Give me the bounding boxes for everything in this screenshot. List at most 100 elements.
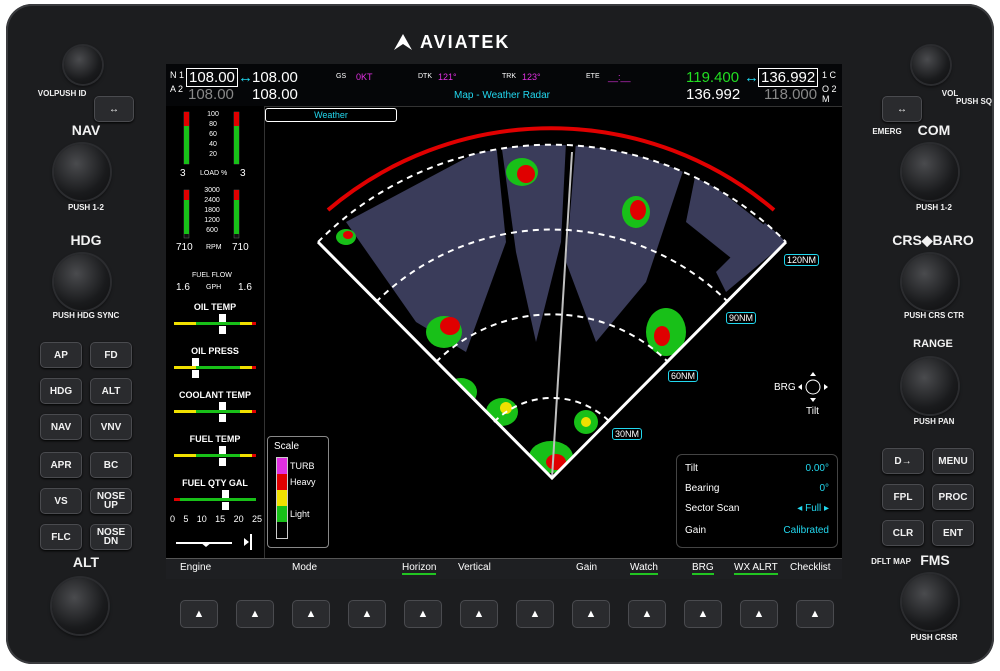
softkey-8[interactable]: ▲ xyxy=(572,600,610,628)
clr-button[interactable]: CLR xyxy=(882,520,924,546)
top-status-bar: N 1 A 2 108.00 ↔ 108.00 108.00 108.00 GS… xyxy=(166,64,842,107)
softkey-label-mode: Mode xyxy=(292,562,318,573)
brg-tilt-joystick-icon[interactable] xyxy=(798,372,828,402)
softkey-6[interactable]: ▲ xyxy=(460,600,498,628)
nav-swap-button[interactable]: ↔ xyxy=(94,96,134,122)
hdg-button[interactable]: HDG xyxy=(40,378,82,404)
fpl-button[interactable]: FPL xyxy=(882,484,924,510)
alt-button[interactable]: ALT xyxy=(90,378,132,404)
softkey-5[interactable]: ▲ xyxy=(404,600,442,628)
nav2-active-freq[interactable]: 108.00 xyxy=(188,86,234,103)
nav-tag-1: N 1 xyxy=(170,70,185,80)
nav-label: NAV xyxy=(71,122,101,138)
weather-radar-sector xyxy=(316,126,788,481)
softkey-7[interactable]: ▲ xyxy=(516,600,554,628)
softkey-3[interactable]: ▲ xyxy=(292,600,330,628)
softkey-1[interactable]: ▲ xyxy=(180,600,218,628)
range-label-60nm: 60NM xyxy=(668,370,699,382)
gs-label: GS xyxy=(336,73,347,80)
crs-baro-knob[interactable] xyxy=(902,254,958,310)
menu-button[interactable]: MENU xyxy=(932,448,974,474)
nose-dn-button[interactable]: NOSE DN xyxy=(90,524,132,550)
com2-standby-freq[interactable]: 118.000 xyxy=(764,86,817,103)
rpm-label: RPM xyxy=(206,244,222,251)
ap-button[interactable]: AP xyxy=(40,342,82,368)
nose-up-button[interactable]: NOSE UP xyxy=(90,488,132,514)
apr-button[interactable]: APR xyxy=(40,452,82,478)
gain-row[interactable]: Gain Calibrated xyxy=(685,525,833,536)
rpm-tick-2400: 2400 xyxy=(204,197,220,204)
com-knob[interactable] xyxy=(902,144,958,200)
vs-button[interactable]: VS xyxy=(40,488,82,514)
rpm-tick-1200: 1200 xyxy=(204,217,220,224)
nav1-standby-freq[interactable]: 108.00 xyxy=(252,69,298,86)
nav2-standby-freq[interactable]: 108.00 xyxy=(252,86,298,103)
softkey-label-bar: Engine Mode Horizon Vertical Gain Watch … xyxy=(166,558,842,579)
brand-logo: AVIATEK xyxy=(394,32,510,53)
bearing-row[interactable]: Bearing 0° xyxy=(685,483,833,494)
load-scale: 100 80 60 40 20 xyxy=(202,110,224,160)
com1-standby-freq[interactable]: 136.992 xyxy=(758,68,819,87)
softkey-4[interactable]: ▲ xyxy=(348,600,386,628)
flc-button[interactable]: FLC xyxy=(40,524,82,550)
com1-active-freq[interactable]: 119.400 xyxy=(686,69,739,86)
mfd-screen: N 1 A 2 108.00 ↔ 108.00 108.00 108.00 GS… xyxy=(166,64,842,579)
com-vol-knob[interactable] xyxy=(912,46,950,84)
dflt-map-label: DFLT MAP xyxy=(871,557,911,566)
com-swap-button[interactable]: ↔ xyxy=(882,96,922,122)
hdg-knob[interactable] xyxy=(54,254,110,310)
scale-swatch-turb xyxy=(277,458,287,474)
range-label-30nm: 30NM xyxy=(612,428,643,440)
softkey-11[interactable]: ▲ xyxy=(740,600,778,628)
fuel-qty-tick-15: 15 xyxy=(215,514,226,524)
nav-vol-knob[interactable] xyxy=(64,46,102,84)
push-crs-ctr-label: PUSH CRS CTR xyxy=(903,311,964,320)
nav-button[interactable]: NAV xyxy=(40,414,82,440)
fd-button[interactable]: FD xyxy=(90,342,132,368)
rpm-left-value: 710 xyxy=(176,242,193,253)
sector-scan-row-label: Sector Scan xyxy=(685,503,740,514)
scale-legend: Scale TURB Heavy Light xyxy=(267,436,329,548)
vnv-button[interactable]: VNV xyxy=(90,414,132,440)
nav-push-12-label: PUSH 1-2 xyxy=(67,203,104,212)
trk-label: TRK xyxy=(502,73,516,80)
softkey-label-brg: BRG xyxy=(692,562,714,575)
direct-to-button[interactable]: D→ xyxy=(882,448,924,474)
bearing-row-label: Bearing xyxy=(685,483,720,494)
nav-knob[interactable] xyxy=(54,144,110,200)
load-tick-80: 80 xyxy=(209,121,217,128)
rpm-right-value: 710 xyxy=(232,242,249,253)
gs-value: 0KT xyxy=(356,72,373,82)
ent-button[interactable]: ENT xyxy=(932,520,974,546)
range-label: RANGE xyxy=(913,338,953,350)
proc-button[interactable]: PROC xyxy=(932,484,974,510)
dtk-label: DTK xyxy=(418,73,432,80)
nav1-active-freq[interactable]: 108.00 xyxy=(186,68,238,87)
trim-indicator xyxy=(176,534,252,550)
sector-scan-row[interactable]: Sector Scan ◂ Full ▸ xyxy=(685,503,833,514)
softkey-9[interactable]: ▲ xyxy=(628,600,666,628)
bearing-row-value: 0° xyxy=(819,483,829,494)
com-push-12-label: PUSH 1-2 xyxy=(915,203,952,212)
range-knob[interactable] xyxy=(902,358,958,414)
fuel-qty-scale: 0 5 10 15 20 25 xyxy=(170,514,262,524)
rpm-tick-1800: 1800 xyxy=(204,207,220,214)
com2-active-freq[interactable]: 136.992 xyxy=(686,86,740,103)
crs-baro-label: CRS◆BARO xyxy=(892,232,974,248)
softkey-2[interactable]: ▲ xyxy=(236,600,274,628)
tilt-row[interactable]: Tilt 0.00° xyxy=(685,463,833,474)
softkey-label-gain: Gain xyxy=(576,562,598,573)
fms-knob[interactable] xyxy=(902,574,958,630)
com-tag-2: O 2 M xyxy=(822,84,837,104)
push-pan-label: PUSH PAN xyxy=(913,417,955,426)
scale-title: Scale xyxy=(274,441,300,452)
bc-button[interactable]: BC xyxy=(90,452,132,478)
load-left-value: 3 xyxy=(180,168,186,179)
alt-knob[interactable] xyxy=(52,578,108,634)
scale-label-light: Light xyxy=(290,509,310,519)
scale-label-heavy: Heavy xyxy=(290,477,316,487)
weather-tab[interactable]: Weather xyxy=(265,108,397,122)
softkey-12[interactable]: ▲ xyxy=(796,600,834,628)
softkey-10[interactable]: ▲ xyxy=(684,600,722,628)
push-hdg-sync-label: PUSH HDG SYNC xyxy=(52,311,120,320)
